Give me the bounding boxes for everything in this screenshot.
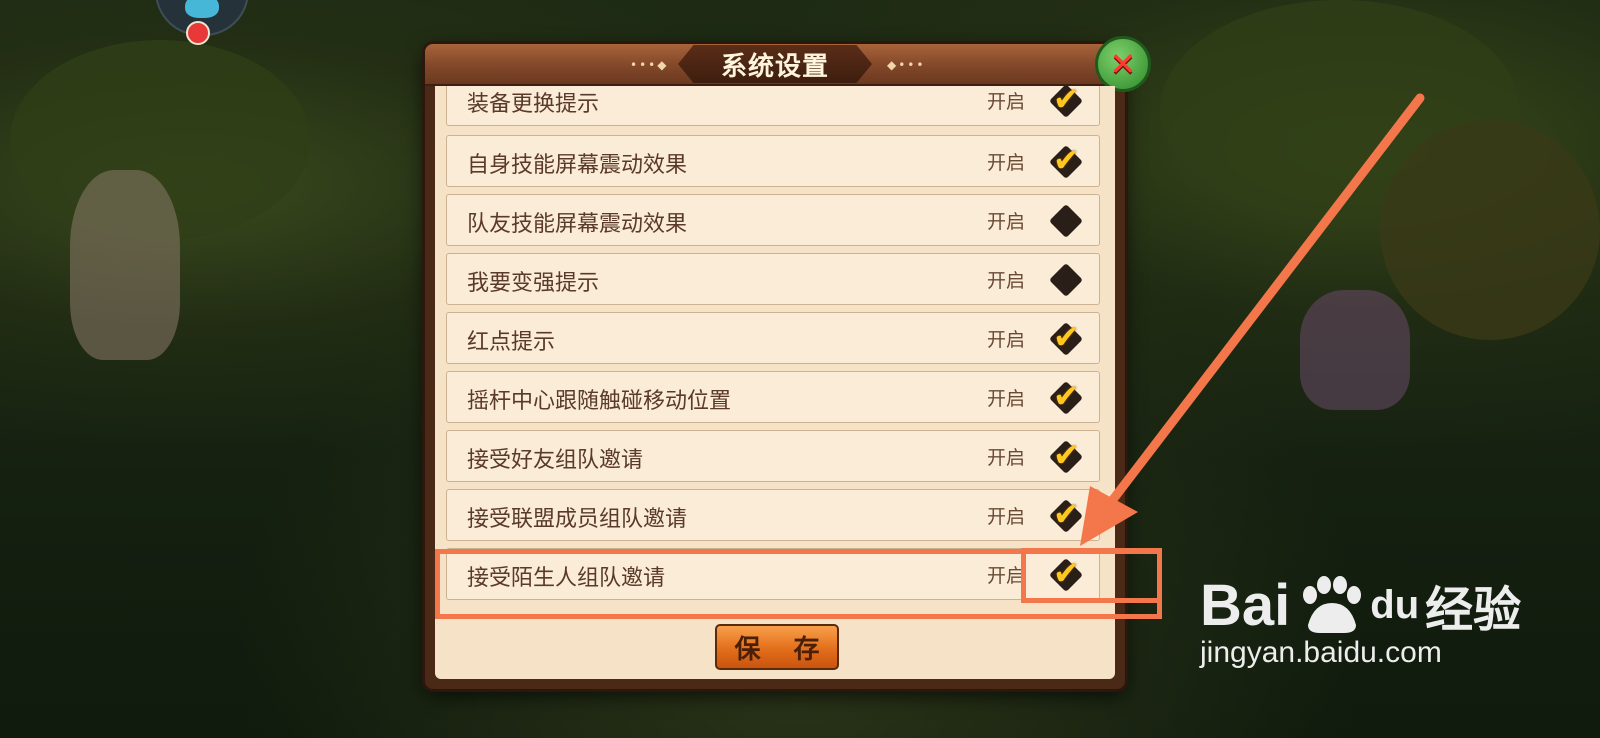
watermark-logo-text: du xyxy=(1370,582,1420,627)
watermark-logo: Bai du 经验 xyxy=(1200,570,1521,640)
watermark-logo-text: 经验 xyxy=(1425,582,1522,638)
watermark-logo-text: Bai xyxy=(1200,572,1291,638)
watermark-url: jingyan.baidu.com xyxy=(1200,636,1442,669)
paw-icon xyxy=(1294,575,1366,635)
baidu-jingyan-watermark: Bai du 经验 jingyan.baidu.com xyxy=(1200,570,1521,670)
game-scene: •••◆ 系统设置 ◆••• ✕ 装备更换提示 开启 ✔ 自身技能屏幕震动效果 开启 ✔ 队… xyxy=(0,0,1600,738)
